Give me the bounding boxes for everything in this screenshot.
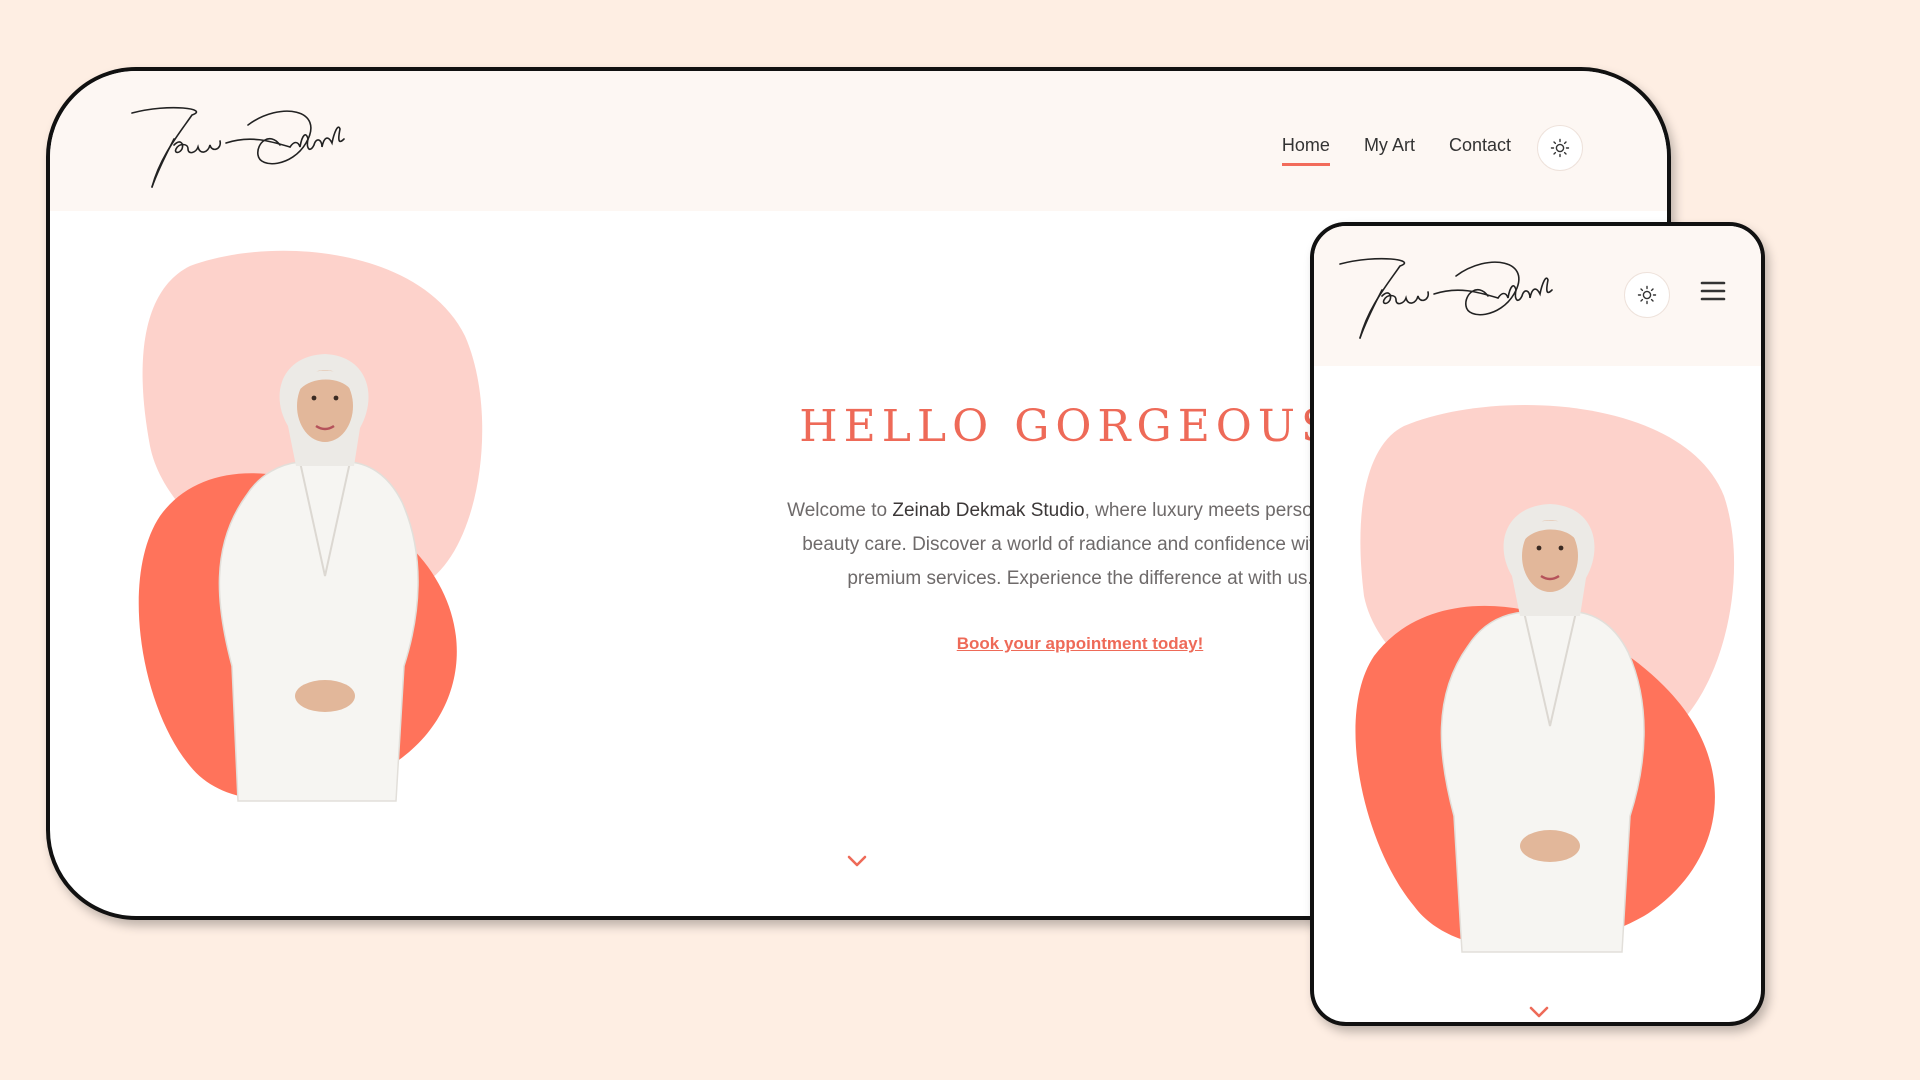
main-nav: Home My Art Contact (1248, 125, 1583, 171)
theme-toggle-button[interactable] (1537, 125, 1583, 171)
hero-portrait (1355, 404, 1735, 953)
chevron-down-icon[interactable] (846, 853, 868, 869)
desktop-header: Home My Art Contact (50, 71, 1667, 211)
nav-contact-link[interactable]: Contact (1449, 135, 1511, 162)
book-appointment-link[interactable]: Book your appointment today! (957, 634, 1204, 654)
studio-name: Zeinab Dekmak Studio (892, 500, 1085, 521)
hero-portrait (138, 250, 483, 802)
mobile-header (1314, 226, 1761, 366)
nav-my-art-link[interactable]: My Art (1364, 135, 1415, 162)
chevron-down-icon[interactable] (1528, 1004, 1550, 1020)
signature-logo[interactable] (1338, 246, 1568, 346)
sun-icon (1637, 285, 1657, 305)
nav-home-link[interactable]: Home (1281, 135, 1330, 166)
mobile-preview-frame (1310, 222, 1765, 1026)
intro-text-start: Welcome to (787, 500, 893, 521)
sun-icon (1550, 138, 1570, 158)
theme-toggle-button[interactable] (1624, 272, 1670, 318)
hero-intro: Welcome to Zeinab Dekmak Studio, where l… (780, 494, 1380, 596)
hamburger-menu-icon[interactable] (1698, 278, 1728, 304)
signature-logo[interactable] (130, 95, 360, 195)
